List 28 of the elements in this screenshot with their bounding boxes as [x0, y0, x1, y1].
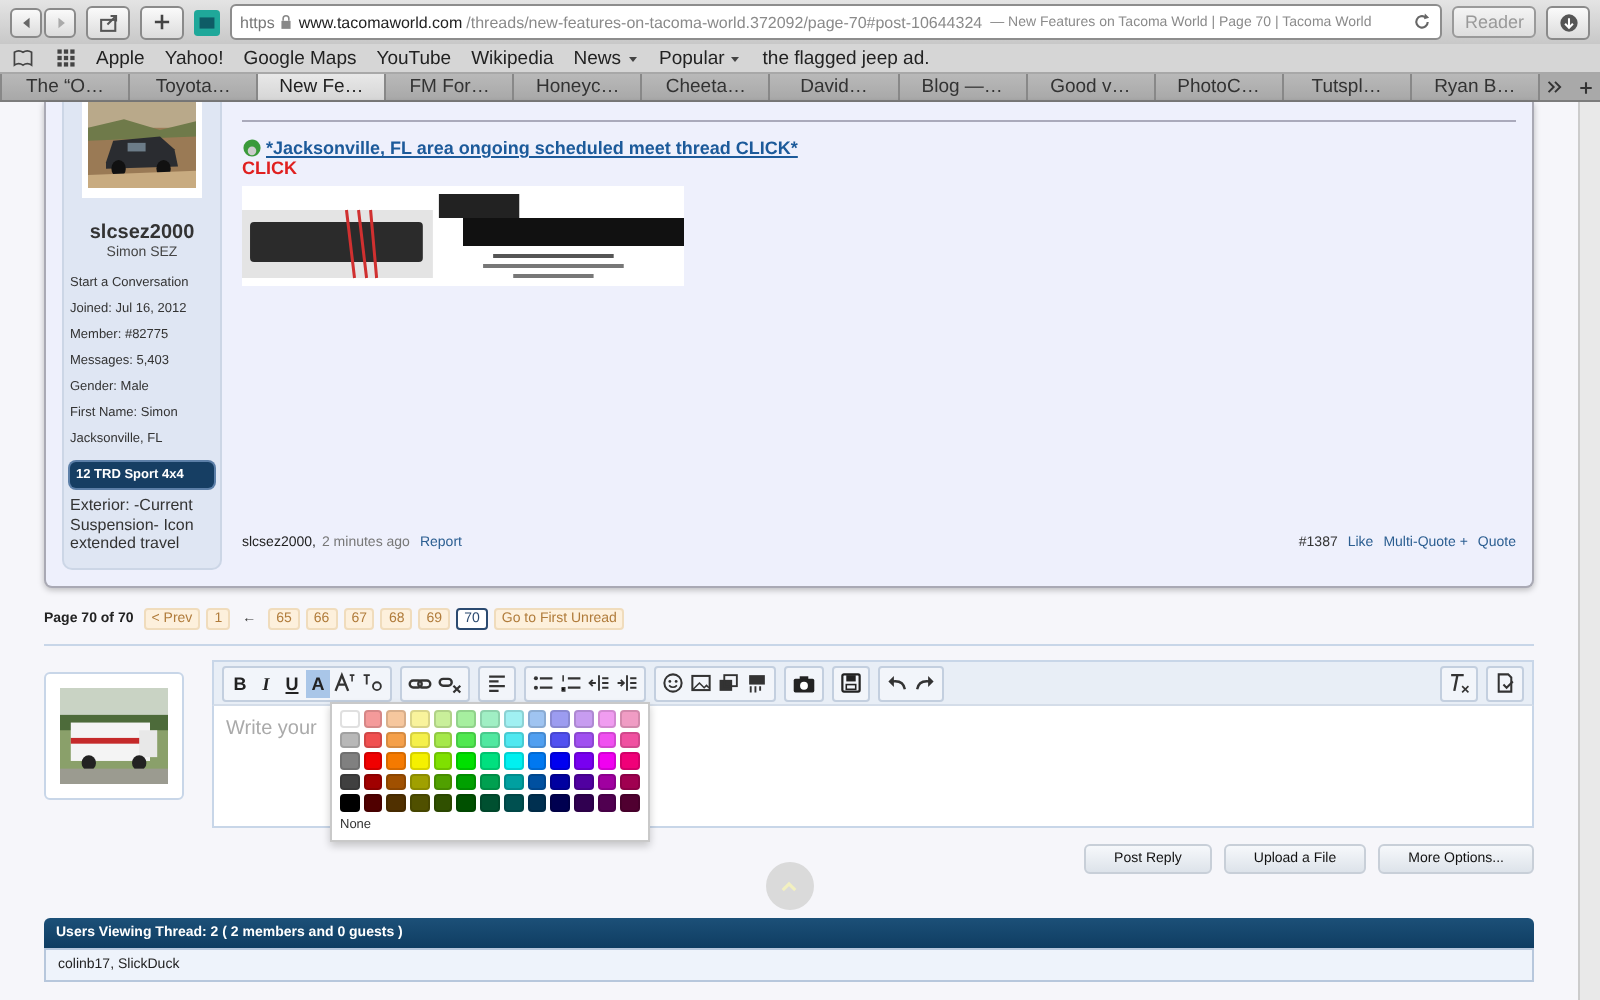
bookmark-item[interactable]: Popular	[659, 47, 743, 69]
bookmark-item[interactable]: Google Maps	[243, 47, 357, 69]
italic-button[interactable]: I	[254, 669, 278, 697]
browser-tab[interactable]: David…	[768, 74, 898, 100]
underline-button[interactable]: U	[280, 669, 304, 697]
bold-button[interactable]: B	[228, 669, 252, 697]
bookmark-item[interactable]: Yahoo!	[164, 47, 224, 69]
bookmark-item[interactable]: News	[573, 47, 640, 69]
font-color-button[interactable]: A	[306, 669, 330, 697]
user-custom-text: Exterior: -Current Suspension- Icon extended travel	[68, 494, 196, 554]
username[interactable]: slcsez2000	[89, 222, 195, 244]
browser-tab[interactable]: Ryan B…	[1409, 74, 1538, 100]
browser-tab[interactable]: New Fe…	[256, 74, 385, 100]
bookmark-item[interactable]: YouTube	[376, 47, 452, 69]
browser-tab[interactable]: Cheeta…	[640, 74, 769, 100]
bookmark-item[interactable]: Apple	[96, 47, 145, 69]
browser-tab[interactable]: FM For…	[384, 74, 513, 100]
browser-tab[interactable]: PhotoC…	[1153, 74, 1282, 100]
bookmark-item[interactable]: the flagged jeep ad.	[762, 47, 930, 69]
browser-tab[interactable]: Tutspl…	[1281, 74, 1410, 100]
browser-tab[interactable]: Blog —…	[897, 74, 1026, 100]
thread-link[interactable]: *Jacksonville, FL area ongoing scheduled meet thread CLICK*	[266, 138, 798, 158]
browser-tab[interactable]: Honeyc…	[512, 74, 641, 100]
browser-tab[interactable]: The “O…	[0, 74, 129, 100]
bookmark-item[interactable]: Wikipedia	[471, 47, 554, 69]
browser-tab[interactable]: Good v…	[1025, 74, 1154, 100]
browser-tab[interactable]: Toyota…	[128, 74, 257, 100]
click-text: CLICK	[242, 158, 299, 178]
